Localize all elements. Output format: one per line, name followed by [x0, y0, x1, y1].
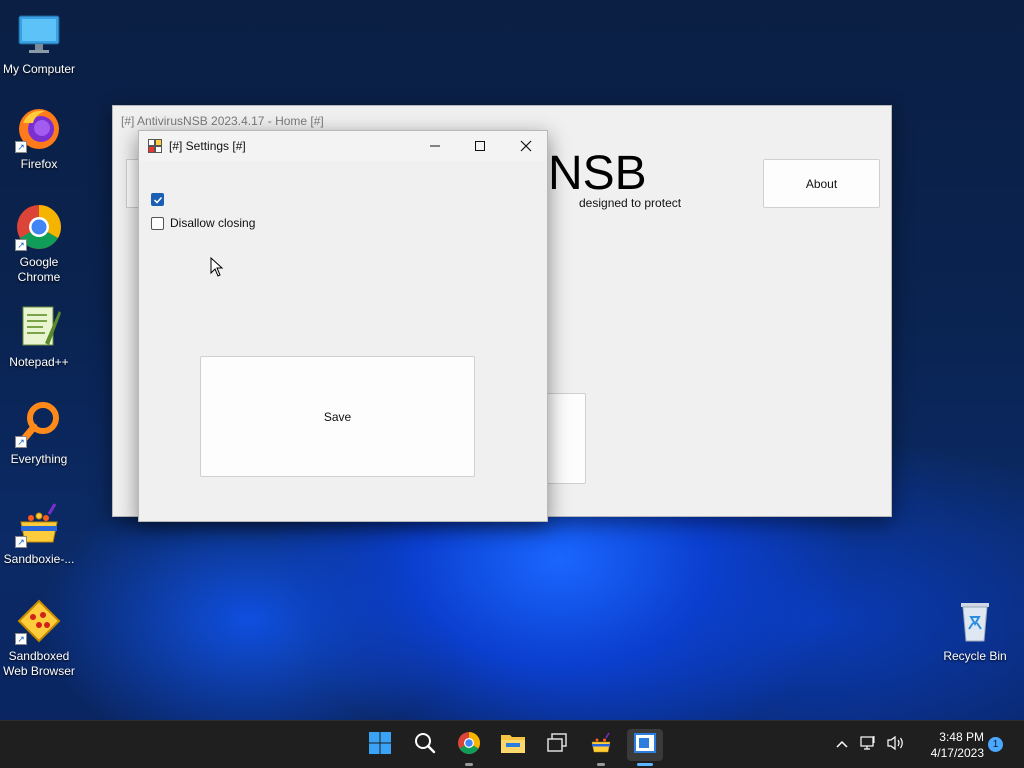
- shortcut-arrow-icon: ↗: [15, 239, 27, 251]
- sandbox-icon: ↗: [15, 500, 63, 548]
- network-button[interactable]: [858, 729, 880, 761]
- notepadpp-icon: [15, 303, 63, 351]
- about-button[interactable]: About: [763, 159, 880, 208]
- show-hidden-icons-button[interactable]: [826, 729, 858, 761]
- maximize-icon[interactable]: [468, 131, 492, 161]
- sandbox-icon: [588, 731, 614, 760]
- search-icon: [414, 732, 436, 759]
- minimize-icon[interactable]: [423, 131, 447, 161]
- desktop-icon-label: My Computer: [2, 62, 76, 76]
- taskbar-file-explorer[interactable]: [497, 729, 529, 761]
- settings-titlebar[interactable]: [#] Settings [#]: [139, 131, 547, 161]
- desktop-icon-everything[interactable]: ↗ Everything: [0, 400, 78, 467]
- task-view-icon: [546, 732, 568, 759]
- desktop-icon-chrome[interactable]: ↗ Google Chrome: [0, 203, 78, 285]
- desktop-icon-label: Firefox: [20, 157, 58, 171]
- settings-window: [#] Settings [#] Disallow closing Save: [138, 130, 548, 522]
- desktop-icon-notepadpp[interactable]: Notepad++: [0, 303, 78, 370]
- running-indicator: [597, 763, 605, 766]
- notification-badge[interactable]: 1: [988, 737, 1003, 752]
- speaker-icon: [886, 735, 906, 756]
- option-checkbox-row-1[interactable]: Disallow closing: [151, 216, 255, 230]
- shortcut-arrow-icon: ↗: [15, 141, 27, 153]
- network-icon: [860, 735, 878, 756]
- taskbar-sandboxie[interactable]: [585, 729, 617, 766]
- desktop-icon-label: Everything: [10, 452, 68, 466]
- recycle-bin-icon: [951, 597, 999, 645]
- main-window-subtitle: designed to protect: [579, 196, 682, 210]
- desktop-icon-label: Sandboxie-...: [3, 552, 75, 566]
- shortcut-arrow-icon: ↗: [15, 633, 27, 645]
- main-window-title: [#] AntivirusNSB 2023.4.17 - Home [#]: [121, 114, 324, 128]
- volume-button[interactable]: [884, 729, 908, 761]
- settings-app-icon: [148, 139, 162, 153]
- taskbar-task-view[interactable]: [541, 729, 573, 761]
- chrome-icon: [457, 731, 481, 760]
- chrome-icon: ↗: [15, 203, 63, 251]
- desktop-icon-label: Recycle Bin: [943, 649, 1007, 663]
- clock[interactable]: 3:48 PM 4/17/2023: [914, 729, 984, 761]
- shortcut-arrow-icon: ↗: [15, 536, 27, 548]
- checkbox-checked[interactable]: [151, 193, 164, 206]
- desktop-icon-recycle-bin[interactable]: Recycle Bin: [936, 597, 1014, 664]
- sandboxed-browser-icon: ↗: [15, 597, 63, 645]
- app-window-icon: [634, 732, 656, 758]
- clock-date: 4/17/2023: [930, 746, 984, 760]
- taskbar-chrome[interactable]: [453, 729, 485, 766]
- shortcut-arrow-icon: ↗: [15, 436, 27, 448]
- running-indicator: [465, 763, 473, 766]
- windows-logo-icon: [368, 731, 392, 760]
- desktop-icon-sandboxed-browser[interactable]: ↗ Sandboxed Web Browser: [0, 597, 78, 679]
- magnifier-icon: ↗: [15, 400, 63, 448]
- checkbox-unchecked[interactable]: [151, 216, 164, 230]
- settings-title: [#] Settings [#]: [169, 139, 246, 153]
- main-window-logo: NSB: [548, 147, 647, 200]
- taskbar-search-button[interactable]: [409, 729, 441, 761]
- option-checkbox-row-0[interactable]: [151, 193, 170, 206]
- firefox-icon: ↗: [15, 105, 63, 153]
- active-indicator: [637, 763, 653, 766]
- monitor-icon: [15, 10, 63, 58]
- desktop-icon-label: Notepad++: [9, 355, 69, 369]
- mouse-cursor-icon: [210, 256, 224, 282]
- option-label: Disallow closing: [170, 216, 256, 230]
- taskbar: 3:48 PM 4/17/2023 1: [0, 720, 1024, 768]
- desktop-icon-my-computer[interactable]: My Computer: [0, 10, 78, 77]
- start-button[interactable]: [364, 729, 396, 761]
- taskbar-antivirus-active[interactable]: [627, 729, 663, 766]
- desktop-icon-label: Google Chrome: [17, 255, 61, 284]
- desktop-icon-firefox[interactable]: ↗ Firefox: [0, 105, 78, 172]
- desktop-icon-label: Sandboxed Web Browser: [3, 649, 75, 678]
- save-button[interactable]: Save: [200, 356, 475, 477]
- folder-icon: [500, 732, 526, 759]
- desktop-icon-sandboxie[interactable]: ↗ Sandboxie-...: [0, 500, 78, 567]
- close-icon[interactable]: [514, 131, 538, 161]
- chevron-up-icon: [835, 736, 849, 754]
- clock-time: 3:48 PM: [939, 730, 984, 744]
